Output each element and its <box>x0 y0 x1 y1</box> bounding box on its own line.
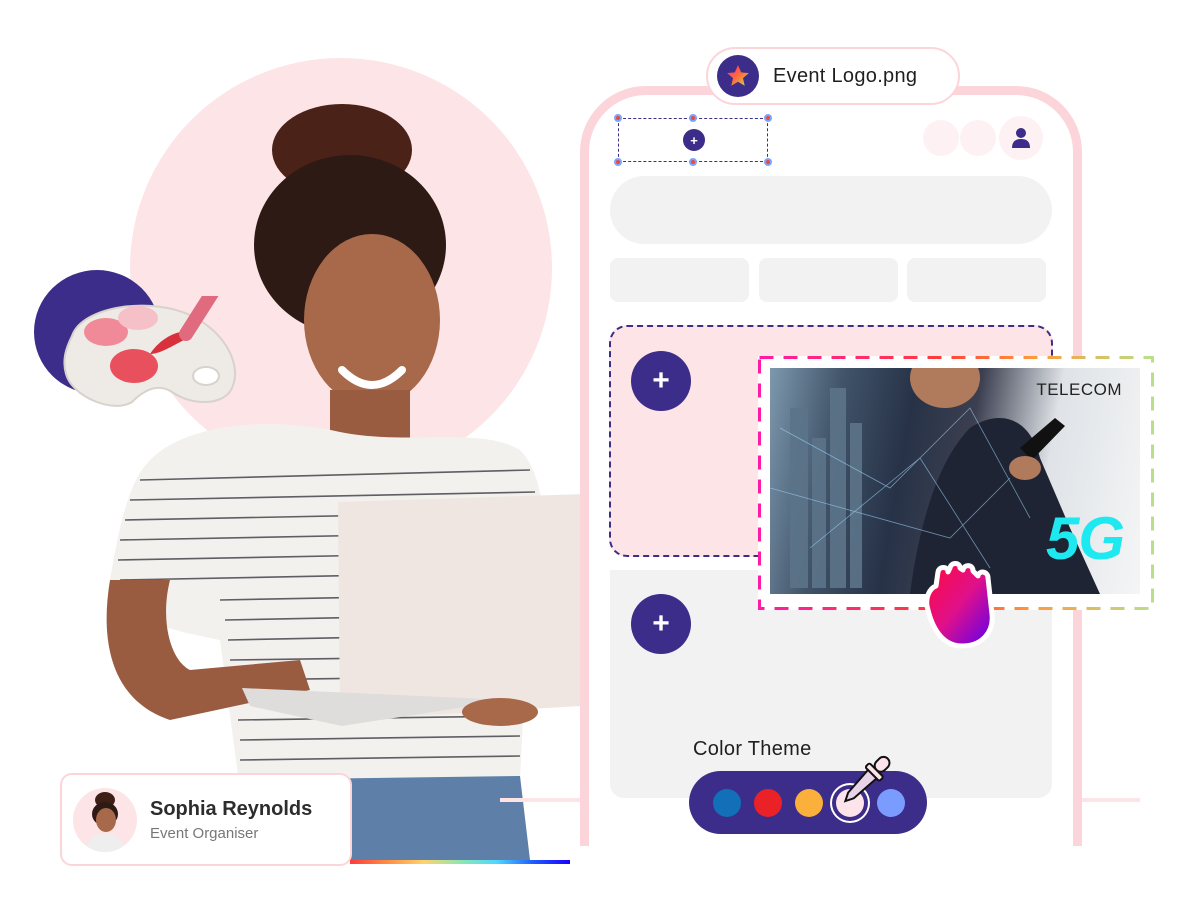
profile-role: Event Organiser <box>150 824 259 842</box>
resize-handle[interactable] <box>764 158 772 166</box>
swatch-blue[interactable] <box>713 788 741 817</box>
color-theme-label: Color Theme <box>693 738 812 760</box>
user-icon <box>1012 128 1030 148</box>
plus-icon: + <box>652 607 670 640</box>
add-logo-button[interactable]: + <box>683 129 705 151</box>
eyedropper-icon <box>843 755 891 803</box>
swatch-orange[interactable] <box>795 788 823 817</box>
nav-tile-placeholder <box>759 258 898 302</box>
gradient-underline <box>350 860 570 864</box>
profile-card: Sophia Reynolds Event Organiser <box>60 773 352 866</box>
person-with-laptop-illustration <box>106 104 600 860</box>
grab-hand-icon <box>924 561 995 649</box>
avatar <box>73 787 137 852</box>
plus-icon: + <box>690 132 698 148</box>
uploaded-file-chip[interactable]: Event Logo.png <box>706 47 960 105</box>
swatch-red[interactable] <box>754 788 782 817</box>
user-profile-button[interactable] <box>999 116 1043 160</box>
resize-handle[interactable] <box>689 114 697 122</box>
add-banner-button[interactable]: + <box>631 351 691 411</box>
header-placeholder-icon <box>923 120 959 156</box>
nav-tile-placeholder <box>907 258 1046 302</box>
resize-handle[interactable] <box>614 158 622 166</box>
resize-handle[interactable] <box>689 158 697 166</box>
add-content-button[interactable]: + <box>631 594 691 654</box>
nav-tile-placeholder <box>610 258 749 302</box>
header-placeholder-icon <box>960 120 996 156</box>
file-name: Event Logo.png <box>773 64 918 87</box>
image-headline: TELECOM <box>1036 380 1122 399</box>
search-bar-placeholder <box>610 176 1052 244</box>
image-5g-text: 5G <box>1045 505 1125 572</box>
resize-handle[interactable] <box>614 114 622 122</box>
resize-handle[interactable] <box>764 114 772 122</box>
profile-name: Sophia Reynolds <box>150 797 313 820</box>
star-icon <box>717 55 759 97</box>
plus-icon: + <box>652 364 670 397</box>
